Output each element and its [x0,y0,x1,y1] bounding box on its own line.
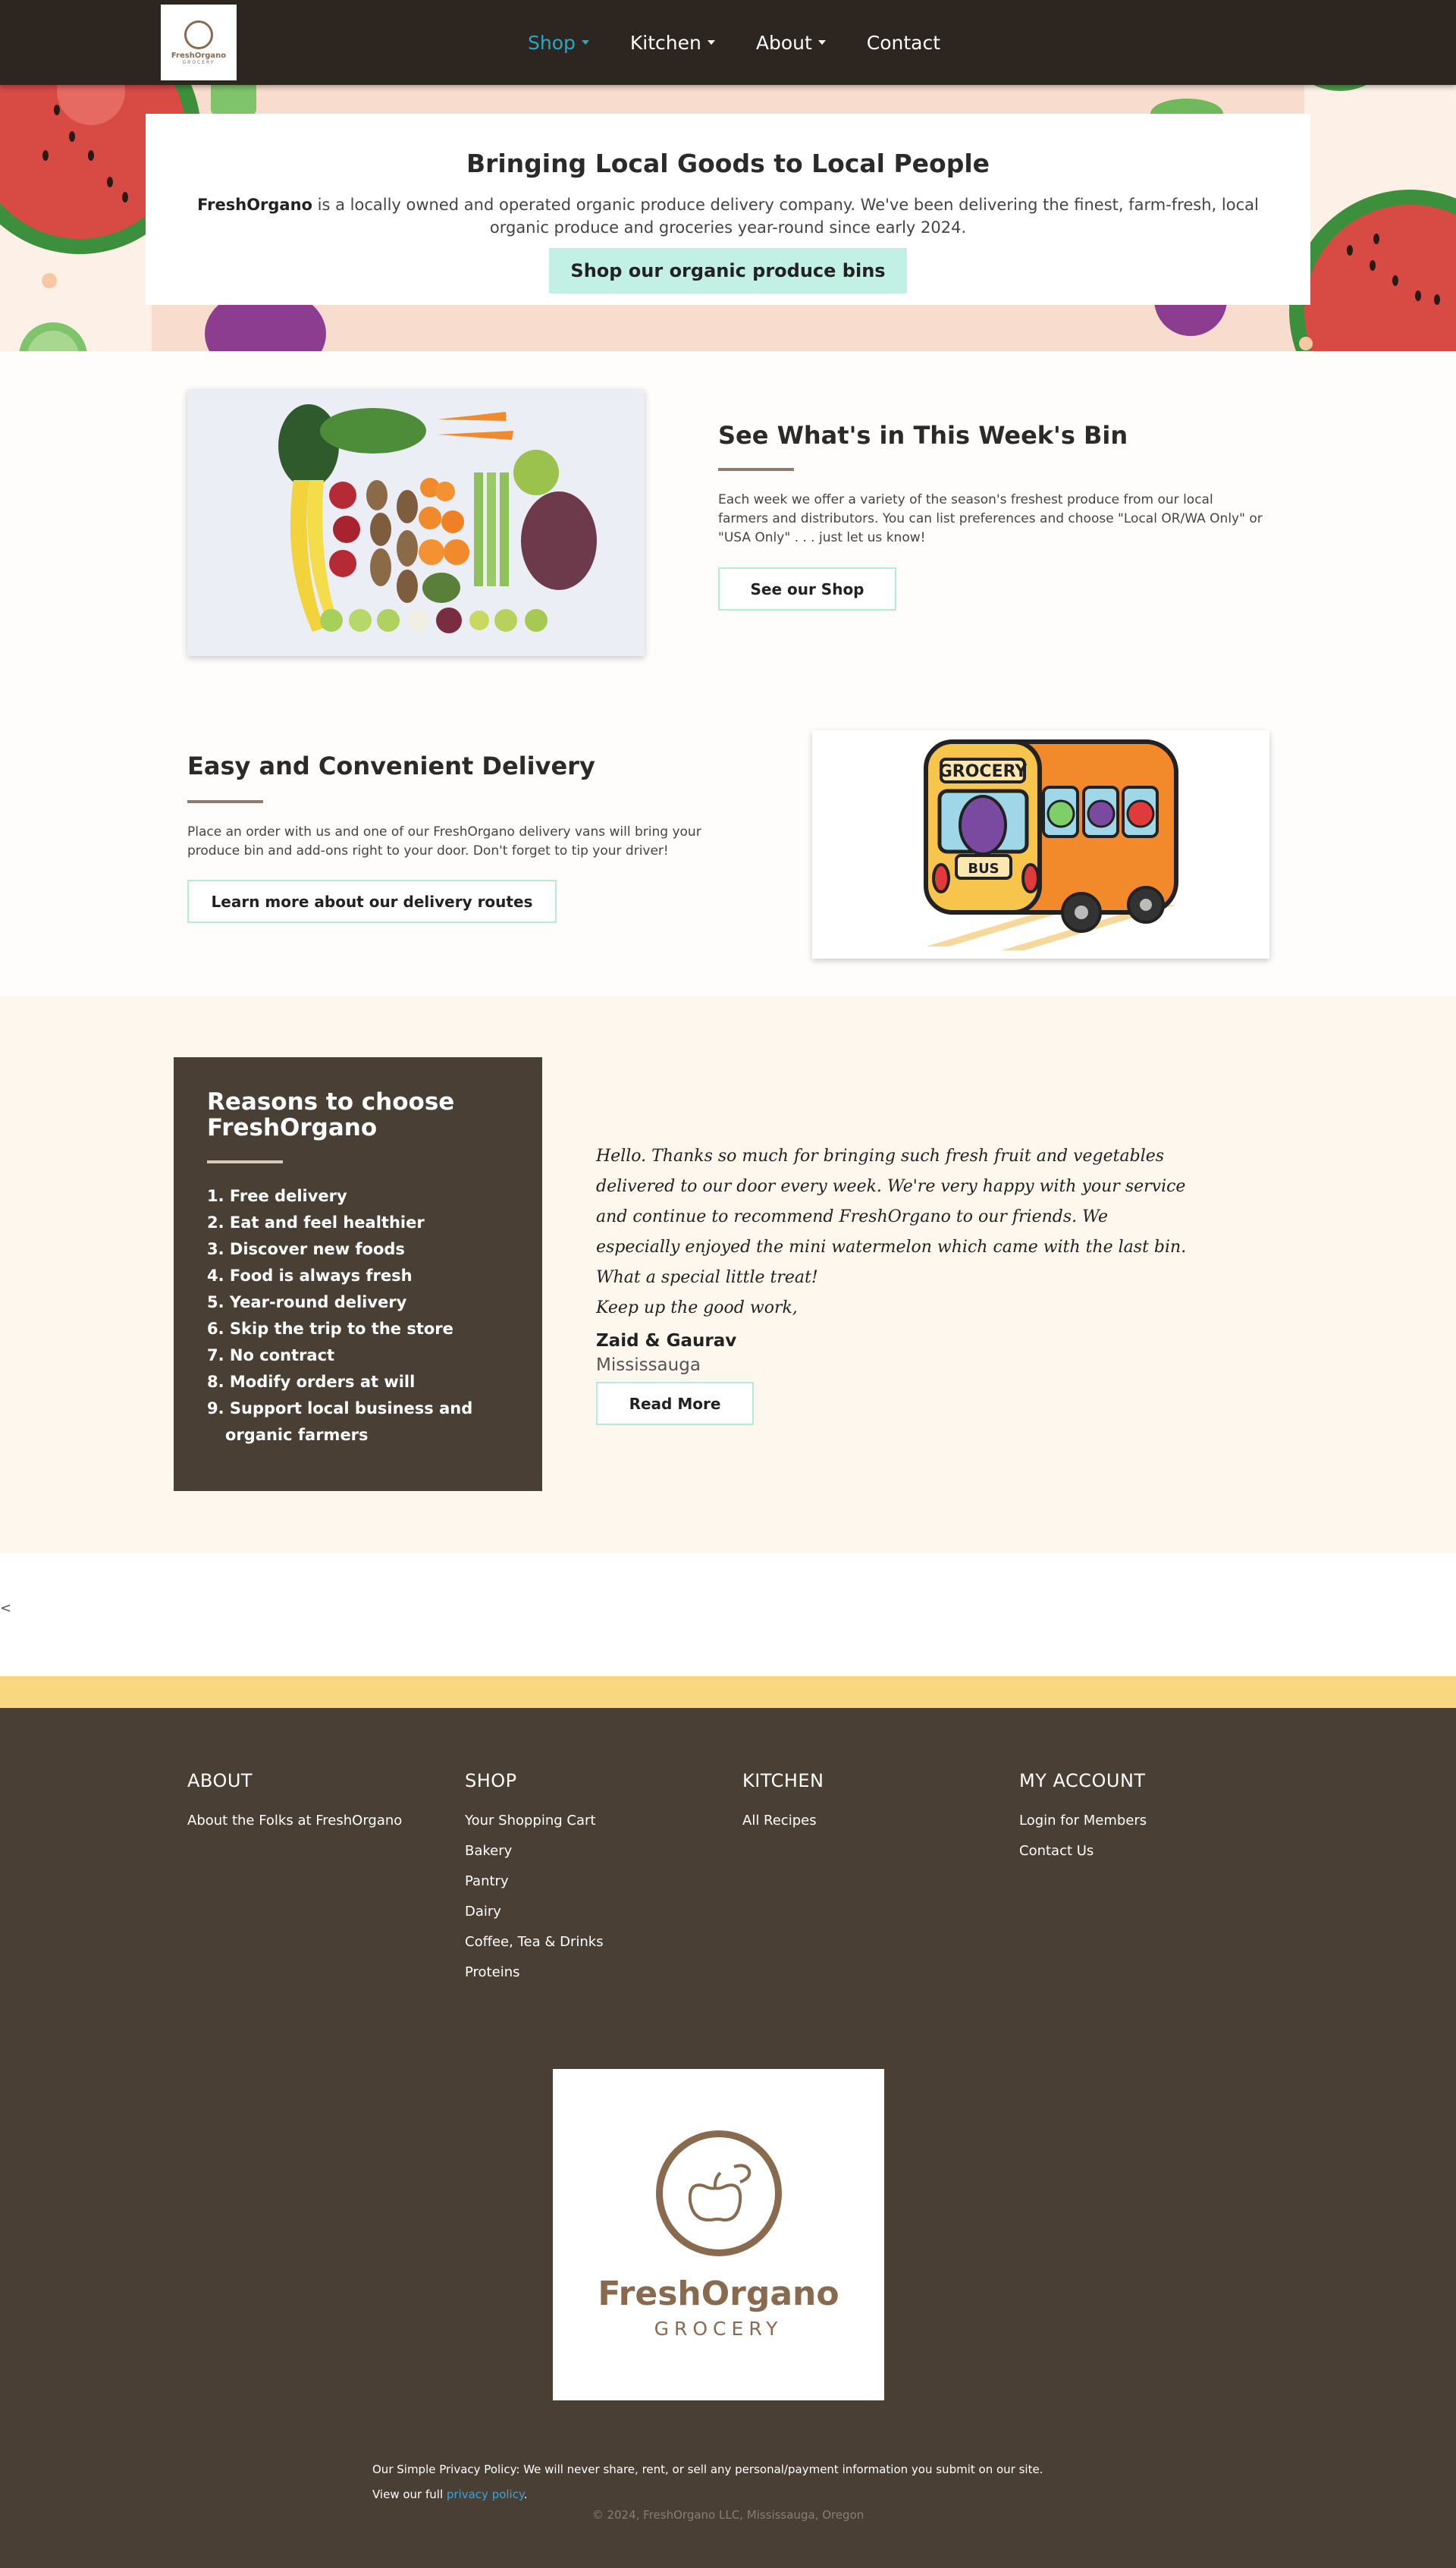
footer-heading-about: ABOUT [187,1770,253,1791]
privacy-line: Our Simple Privacy Policy: We will never… [372,2463,1043,2476]
apple-carrot-icon [688,2163,751,2221]
nav-item-kitchen[interactable]: Kitchen [630,32,715,54]
delivery-routes-button[interactable]: Learn more about our delivery routes [187,880,557,923]
stray-character: < [0,1600,12,1616]
shop-produce-bins-button[interactable]: Shop our organic produce bins [549,248,907,294]
hero-brand: FreshOrgano [197,196,312,214]
site-footer: ABOUT About the Folks at FreshOrgano SHO… [0,1708,1456,2568]
delivery-rule [187,800,263,803]
top-navbar: FreshOrgano GROCERY Shop Kitchen About C… [0,0,1456,85]
footer-heading-shop: SHOP [465,1770,517,1791]
privacy-policy-link[interactable]: privacy policy [447,2488,524,2501]
caret-down-icon [817,40,826,45]
spacer-section: < [0,1553,1456,1676]
footer-link-coffee-tea-drinks[interactable]: Coffee, Tea & Drinks [465,1934,604,1950]
nav-item-shop[interactable]: Shop [528,32,589,54]
hero-title: Bringing Local Goods to Local People [466,149,990,178]
footer-link-about-folks[interactable]: About the Folks at FreshOrgano [187,1813,402,1829]
weekly-bin-text: Each week we offer a variety of the seas… [718,492,1263,545]
logo-emblem-icon [184,20,213,49]
footer-col-shop: SHOP Your Shopping Cart Bakery Pantry Da… [465,1770,604,1995]
footer-col-kitchen: KITCHEN All Recipes [742,1770,824,1843]
footer-logo-sub: GROCERY [654,2317,783,2340]
testimonial-name: Zaid & Gaurav [596,1331,737,1351]
reason-item: 3. Discover new foods [207,1240,405,1258]
grocery-bus-image: GROCERY BUS [812,730,1269,959]
footer-col-about: ABOUT About the Folks at FreshOrgano [187,1770,402,1843]
produce-spread-illustration [187,389,645,656]
caret-down-icon [707,40,715,45]
hero-description: FreshOrgano is a locally owned and opera… [167,193,1289,239]
hero-text: is a locally owned and operated organic … [312,196,1259,237]
nav-item-about[interactable]: About [756,32,826,54]
grocery-bus-illustration: GROCERY BUS [924,739,1178,950]
privacy-suffix: . [523,2488,528,2501]
footer-link-all-recipes[interactable]: All Recipes [742,1813,824,1829]
yellow-band [0,1676,1456,1708]
weekly-bin-image [187,389,645,656]
privacy-prefix: View our full [372,2488,447,2501]
reasons-rule [207,1160,283,1163]
nav-menu: Shop Kitchen About Contact [528,0,981,85]
read-more-button[interactable]: Read More [596,1382,754,1425]
testimonial-signoff: Keep up the good work, [596,1298,798,1317]
weekly-bin-rule [718,468,794,471]
nav-item-shop-label: Shop [528,31,576,54]
reasons-list: 1. Free delivery 2. Eat and feel healthi… [207,1183,509,1449]
reasons-title: Reasons to choose FreshOrgano [207,1088,455,1141]
reason-item: 5. Year-round delivery [207,1293,407,1311]
footer-link-pantry[interactable]: Pantry [465,1873,604,1889]
privacy-link-line: View our full privacy policy. [372,2482,1043,2507]
reason-item: 9. Support local business and organic fa… [207,1399,473,1444]
testimonial-place: Mississauga [596,1355,701,1375]
reasons-box: Reasons to choose FreshOrgano 1. Free de… [174,1057,542,1491]
footer-col-account: MY ACCOUNT Login for Members Contact Us [1019,1770,1147,1873]
privacy-notice: Our Simple Privacy Policy: We will never… [372,2457,1043,2507]
bus-label-text: BUS [968,861,999,877]
footer-link-proteins[interactable]: Proteins [465,1964,604,1980]
bus-sign-text: GROCERY [939,762,1028,781]
nav-item-contact[interactable]: Contact [867,32,940,54]
footer-heading-kitchen: KITCHEN [742,1770,824,1791]
delivery-text: Place an order with us and one of our Fr… [187,824,701,859]
weekly-bin-title: See What's in This Week's Bin [718,421,1128,450]
footer-link-contact[interactable]: Contact Us [1019,1843,1147,1859]
footer-logo: FreshOrgano GROCERY [553,2069,884,2400]
nav-logo[interactable]: FreshOrgano GROCERY [161,5,237,80]
footer-link-cart[interactable]: Your Shopping Cart [465,1813,604,1829]
features-section: See What's in This Week's Bin Each week … [0,351,1456,996]
logo-emblem-icon [655,2130,782,2256]
reasons-section: Reasons to choose FreshOrgano 1. Free de… [0,996,1456,1553]
footer-logo-brand: FreshOrgano [598,2274,839,2313]
nav-item-contact-label: Contact [866,31,941,54]
reason-item: 4. Food is always fresh [207,1267,413,1285]
see-shop-button[interactable]: See our Shop [718,567,896,611]
reason-item: 8. Modify orders at will [207,1373,416,1391]
copyright: © 2024, FreshOrgano LLC, Mississauga, Or… [592,2508,864,2522]
footer-heading-account: MY ACCOUNT [1019,1770,1146,1791]
reason-item: 7. No contract [207,1346,335,1364]
reason-item: 6. Skip the trip to the store [207,1320,453,1338]
nav-logo-sub: GROCERY [182,59,215,65]
caret-down-icon [581,40,589,45]
hero-card: Bringing Local Goods to Local People Fre… [146,114,1310,305]
nav-item-about-label: About [755,31,812,54]
footer-link-dairy[interactable]: Dairy [465,1904,604,1920]
testimonial-quote: Hello. Thanks so much for bringing such … [596,1147,1187,1287]
nav-item-kitchen-label: Kitchen [629,31,701,54]
delivery-title: Easy and Convenient Delivery [187,752,595,780]
reason-item: 2. Eat and feel healthier [207,1213,425,1232]
reason-item: 1. Free delivery [207,1187,347,1205]
footer-link-bakery[interactable]: Bakery [465,1843,604,1859]
testimonial: Hello. Thanks so much for bringing such … [596,1141,1195,1375]
footer-link-login[interactable]: Login for Members [1019,1813,1147,1829]
nav-logo-brand: FreshOrgano [171,51,227,60]
